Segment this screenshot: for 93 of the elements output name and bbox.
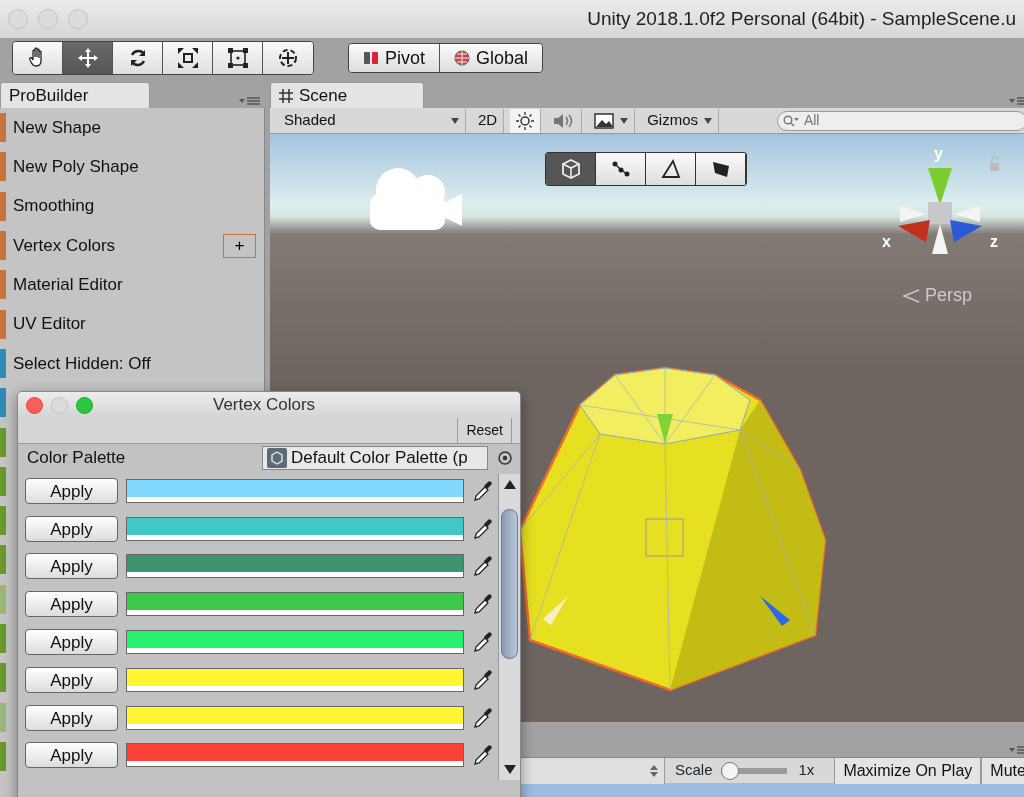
move-arrows-icon xyxy=(76,47,99,69)
edit-mode-button[interactable] xyxy=(646,153,696,185)
slider-thumb[interactable] xyxy=(720,761,739,780)
color-swatch[interactable] xyxy=(126,554,464,579)
menu-item[interactable]: New Poly Shape xyxy=(13,154,139,180)
panel-menu-icon[interactable] xyxy=(1008,745,1024,755)
eyedropper-icon[interactable] xyxy=(472,744,492,767)
tool-button[interactable] xyxy=(213,42,263,74)
color-swatch[interactable] xyxy=(126,478,464,503)
scroll-thumb[interactable] xyxy=(501,509,518,659)
edit-mode-button[interactable] xyxy=(546,153,596,185)
panel-menu-icon[interactable] xyxy=(1008,96,1024,106)
lighting-toggle[interactable] xyxy=(510,108,542,133)
eyedropper-icon[interactable] xyxy=(472,668,492,691)
tool-button[interactable] xyxy=(63,42,113,74)
grid-icon xyxy=(279,88,293,103)
updown-arrow-icon xyxy=(650,764,658,777)
scene-tab[interactable]: Scene xyxy=(270,82,424,108)
apply-button[interactable]: Apply xyxy=(25,704,118,731)
menu-item[interactable]: Vertex Colors xyxy=(13,232,116,259)
eyedropper-icon[interactable] xyxy=(472,479,492,502)
menu-item[interactable]: Select Hidden: Off xyxy=(13,350,151,377)
search-field[interactable]: All xyxy=(776,110,1024,131)
2d-toggle[interactable]: 2D xyxy=(472,108,505,133)
image-icon xyxy=(594,112,615,129)
edit-mode-button[interactable] xyxy=(596,153,646,185)
color-palette-label: Color Palette xyxy=(27,447,126,470)
scroll-down-icon[interactable] xyxy=(504,765,516,774)
reset-button[interactable]: Reset xyxy=(457,418,512,443)
rect-tool-icon xyxy=(226,47,249,69)
color-swatch[interactable] xyxy=(126,705,464,730)
apply-button[interactable]: Apply xyxy=(25,515,118,542)
apply-button[interactable]: Apply xyxy=(25,553,118,580)
tool-button[interactable] xyxy=(263,42,313,74)
probuilder-tab[interactable]: ProBuilder xyxy=(0,82,150,108)
eyedropper-icon[interactable] xyxy=(472,555,492,578)
scale-arrows-icon xyxy=(176,47,199,69)
color-swatch[interactable] xyxy=(126,667,464,692)
scrollbar[interactable] xyxy=(498,474,520,780)
dropdown-arrow-icon xyxy=(451,117,459,124)
scene-tab-label: Scene xyxy=(299,84,348,107)
tool-button[interactable] xyxy=(13,42,63,74)
tool-button[interactable] xyxy=(113,42,163,74)
apply-button[interactable]: Apply xyxy=(25,591,118,618)
transform-tool-icon xyxy=(277,47,299,69)
apply-button[interactable]: Apply xyxy=(25,477,118,504)
scale-value: 1x xyxy=(798,760,815,781)
close-light[interactable] xyxy=(26,396,43,414)
cube-icon xyxy=(559,158,582,180)
menu-item[interactable]: UV Editor xyxy=(13,311,86,337)
axis-label[interactable]: z xyxy=(990,230,998,254)
eyedropper-icon[interactable] xyxy=(472,517,492,540)
dropdown-arrow-icon xyxy=(704,117,713,124)
eyedropper-icon[interactable] xyxy=(472,706,492,729)
menu-item[interactable]: Smoothing xyxy=(13,193,95,219)
camera-icon xyxy=(370,168,462,230)
menu-item[interactable]: New Shape xyxy=(13,114,101,141)
menu-item[interactable]: Material Editor xyxy=(13,272,123,298)
edge-icon xyxy=(659,158,682,180)
dropdown-arrow-icon xyxy=(620,117,629,124)
lock-icon xyxy=(990,156,999,171)
eyedropper-icon[interactable] xyxy=(472,631,492,654)
scroll-up-icon[interactable] xyxy=(504,480,516,489)
apply-button[interactable]: Apply xyxy=(25,629,118,656)
color-swatch[interactable] xyxy=(126,516,464,541)
global-button[interactable]: Global xyxy=(440,44,543,72)
pivot-icon xyxy=(363,51,379,65)
palette-name: Default Color Palette (p xyxy=(291,447,468,469)
options-button[interactable]: + xyxy=(223,233,256,258)
shading-dropdown[interactable]: Shaded xyxy=(278,108,466,133)
edit-mode-button[interactable] xyxy=(696,153,746,185)
globe-icon xyxy=(454,50,471,66)
sun-icon xyxy=(516,111,535,130)
apply-button[interactable]: Apply xyxy=(25,742,118,769)
scale-label: Scale xyxy=(675,760,713,781)
color-swatch[interactable] xyxy=(126,743,464,768)
panel-menu-icon[interactable] xyxy=(239,96,261,106)
eyedropper-icon[interactable] xyxy=(472,593,492,616)
color-swatch[interactable] xyxy=(126,592,464,617)
apply-button[interactable]: Apply xyxy=(25,666,118,693)
tool-button[interactable] xyxy=(163,42,213,74)
window-title: Vertex Colors xyxy=(213,394,316,417)
color-swatch[interactable] xyxy=(126,630,464,655)
angle-icon xyxy=(902,289,920,304)
axis-label[interactable]: x xyxy=(882,230,891,254)
toolbar-button[interactable]: Maximize On Play xyxy=(834,757,982,784)
asset-icon xyxy=(267,448,287,468)
window-title: Unity 2018.1.0f2 Personal (64bit) - SampleScene.u xyxy=(587,6,1016,31)
gizmos-dropdown[interactable]: Gizmos xyxy=(641,108,720,133)
object-picker-icon[interactable] xyxy=(498,451,512,465)
palette-object-field[interactable]: Default Color Palette (p xyxy=(262,446,488,470)
scale-slider[interactable] xyxy=(720,761,787,780)
pivot-button[interactable]: Pivot xyxy=(349,44,441,72)
